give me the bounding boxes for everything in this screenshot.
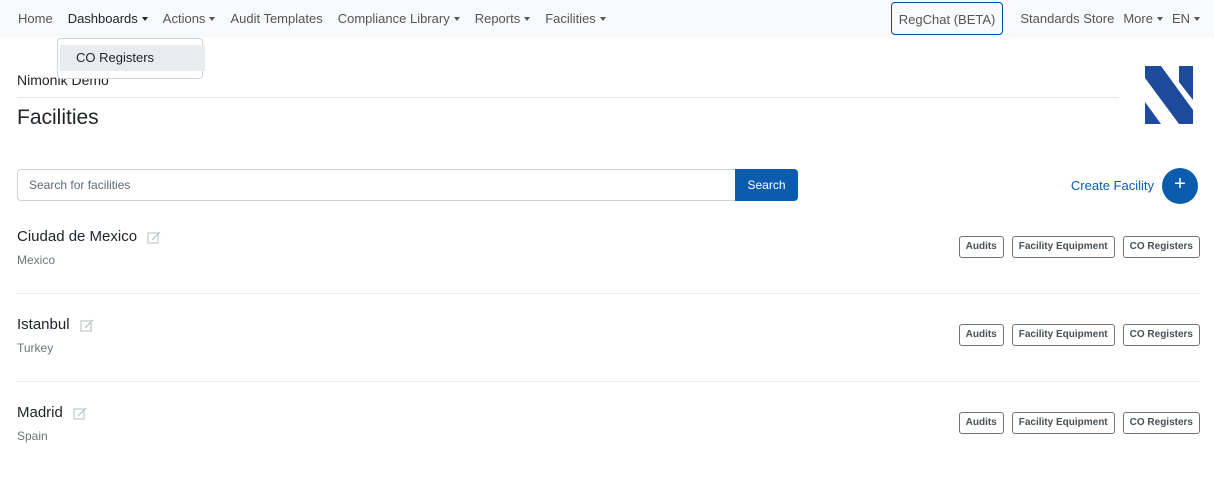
nav-left: Home Dashboards Actions Audit Templates … <box>18 0 621 37</box>
facility-row: Madrid Spain Audits Facility Equipment C… <box>17 404 1200 484</box>
facility-row: Istanbul Turkey Audits Facility Equipmen… <box>17 316 1200 396</box>
facility-equipment-button[interactable]: Facility Equipment <box>1011 324 1115 346</box>
co-registers-button[interactable]: CO Registers <box>1122 236 1200 258</box>
search-button[interactable]: Search <box>735 169 798 201</box>
nav-facilities-label: Facilities <box>545 11 596 26</box>
facility-name-line: Istanbul <box>17 316 94 333</box>
nav-actions-label: Actions <box>162 11 206 26</box>
nav-more[interactable]: More <box>1123 11 1163 26</box>
facility-country: Mexico <box>17 253 56 267</box>
nav-more-label: More <box>1123 11 1153 26</box>
nav-right: RegChat (BETA) Standards Store More EN <box>890 0 1200 37</box>
company-logo <box>1145 66 1193 124</box>
facility-equipment-button[interactable]: Facility Equipment <box>1011 236 1115 258</box>
facility-name[interactable]: Madrid <box>17 404 63 421</box>
facility-country: Turkey <box>17 341 54 355</box>
nav-language[interactable]: EN <box>1172 11 1200 26</box>
nav-home-label: Home <box>18 11 53 26</box>
caret-down-icon <box>1156 17 1163 21</box>
nav-reports-label: Reports <box>474 11 521 26</box>
nav-language-label: EN <box>1171 11 1190 26</box>
audits-button[interactable]: Audits <box>958 324 1004 346</box>
edit-icon[interactable] <box>79 318 94 332</box>
edit-icon[interactable] <box>73 406 87 420</box>
top-navbar: Home Dashboards Actions Audit Templates … <box>0 0 1214 37</box>
caret-down-icon <box>209 17 216 21</box>
dropdown-item-co-registers[interactable]: CO Registers <box>60 45 205 71</box>
nav-standards-store[interactable]: Standards Store <box>1020 11 1114 26</box>
nav-facilities[interactable]: Facilities <box>545 11 606 26</box>
row-divider <box>17 381 1200 382</box>
audits-button[interactable]: Audits <box>958 236 1004 258</box>
facility-equipment-button[interactable]: Facility Equipment <box>1011 412 1115 434</box>
nav-compliance-library[interactable]: Compliance Library <box>338 11 460 26</box>
nav-dashboards[interactable]: Dashboards <box>68 11 148 26</box>
facility-search-input[interactable] <box>17 169 735 201</box>
row-divider <box>17 293 1200 294</box>
co-registers-button[interactable]: CO Registers <box>1122 324 1200 346</box>
nav-compliance-library-label: Compliance Library <box>337 11 450 26</box>
facility-actions: Audits Facility Equipment CO Registers <box>951 236 1200 258</box>
create-facility-link[interactable]: Create Facility <box>1071 178 1154 193</box>
facility-name-line: Ciudad de Mexico <box>17 228 161 245</box>
facility-name-line: Madrid <box>17 404 87 421</box>
facility-country: Spain <box>17 429 48 443</box>
nav-reports[interactable]: Reports <box>475 11 531 26</box>
nav-dashboards-label: Dashboards <box>67 11 138 26</box>
logo-left-foot <box>1145 102 1161 124</box>
caret-down-icon <box>524 17 531 21</box>
nav-audit-templates[interactable]: Audit Templates <box>230 11 322 26</box>
create-facility-button[interactable]: + <box>1162 168 1198 204</box>
edit-icon[interactable] <box>147 230 161 244</box>
facility-name[interactable]: Ciudad de Mexico <box>17 228 137 245</box>
page-title: Facilities <box>17 106 99 129</box>
facility-row: Ciudad de Mexico Mexico Audits Facility … <box>17 228 1200 308</box>
facility-name[interactable]: Istanbul <box>17 316 70 333</box>
caret-down-icon <box>453 17 460 21</box>
nav-actions[interactable]: Actions <box>163 11 216 26</box>
facility-actions: Audits Facility Equipment CO Registers <box>951 324 1200 346</box>
caret-down-icon <box>141 17 148 21</box>
nav-home[interactable]: Home <box>18 11 53 26</box>
caret-down-icon <box>1194 17 1200 21</box>
dashboards-dropdown-menu: CO Registers <box>57 38 205 79</box>
audits-button[interactable]: Audits <box>958 412 1004 434</box>
header-divider <box>17 97 1119 98</box>
nav-audit-templates-label: Audit Templates <box>230 11 323 26</box>
nav-standards-store-label: Standards Store <box>1020 11 1115 26</box>
facility-actions: Audits Facility Equipment CO Registers <box>951 412 1200 434</box>
plus-icon: + <box>1174 173 1186 195</box>
regchat-button[interactable]: RegChat (BETA) <box>890 2 1004 35</box>
caret-down-icon <box>599 17 606 21</box>
co-registers-button[interactable]: CO Registers <box>1122 412 1200 434</box>
